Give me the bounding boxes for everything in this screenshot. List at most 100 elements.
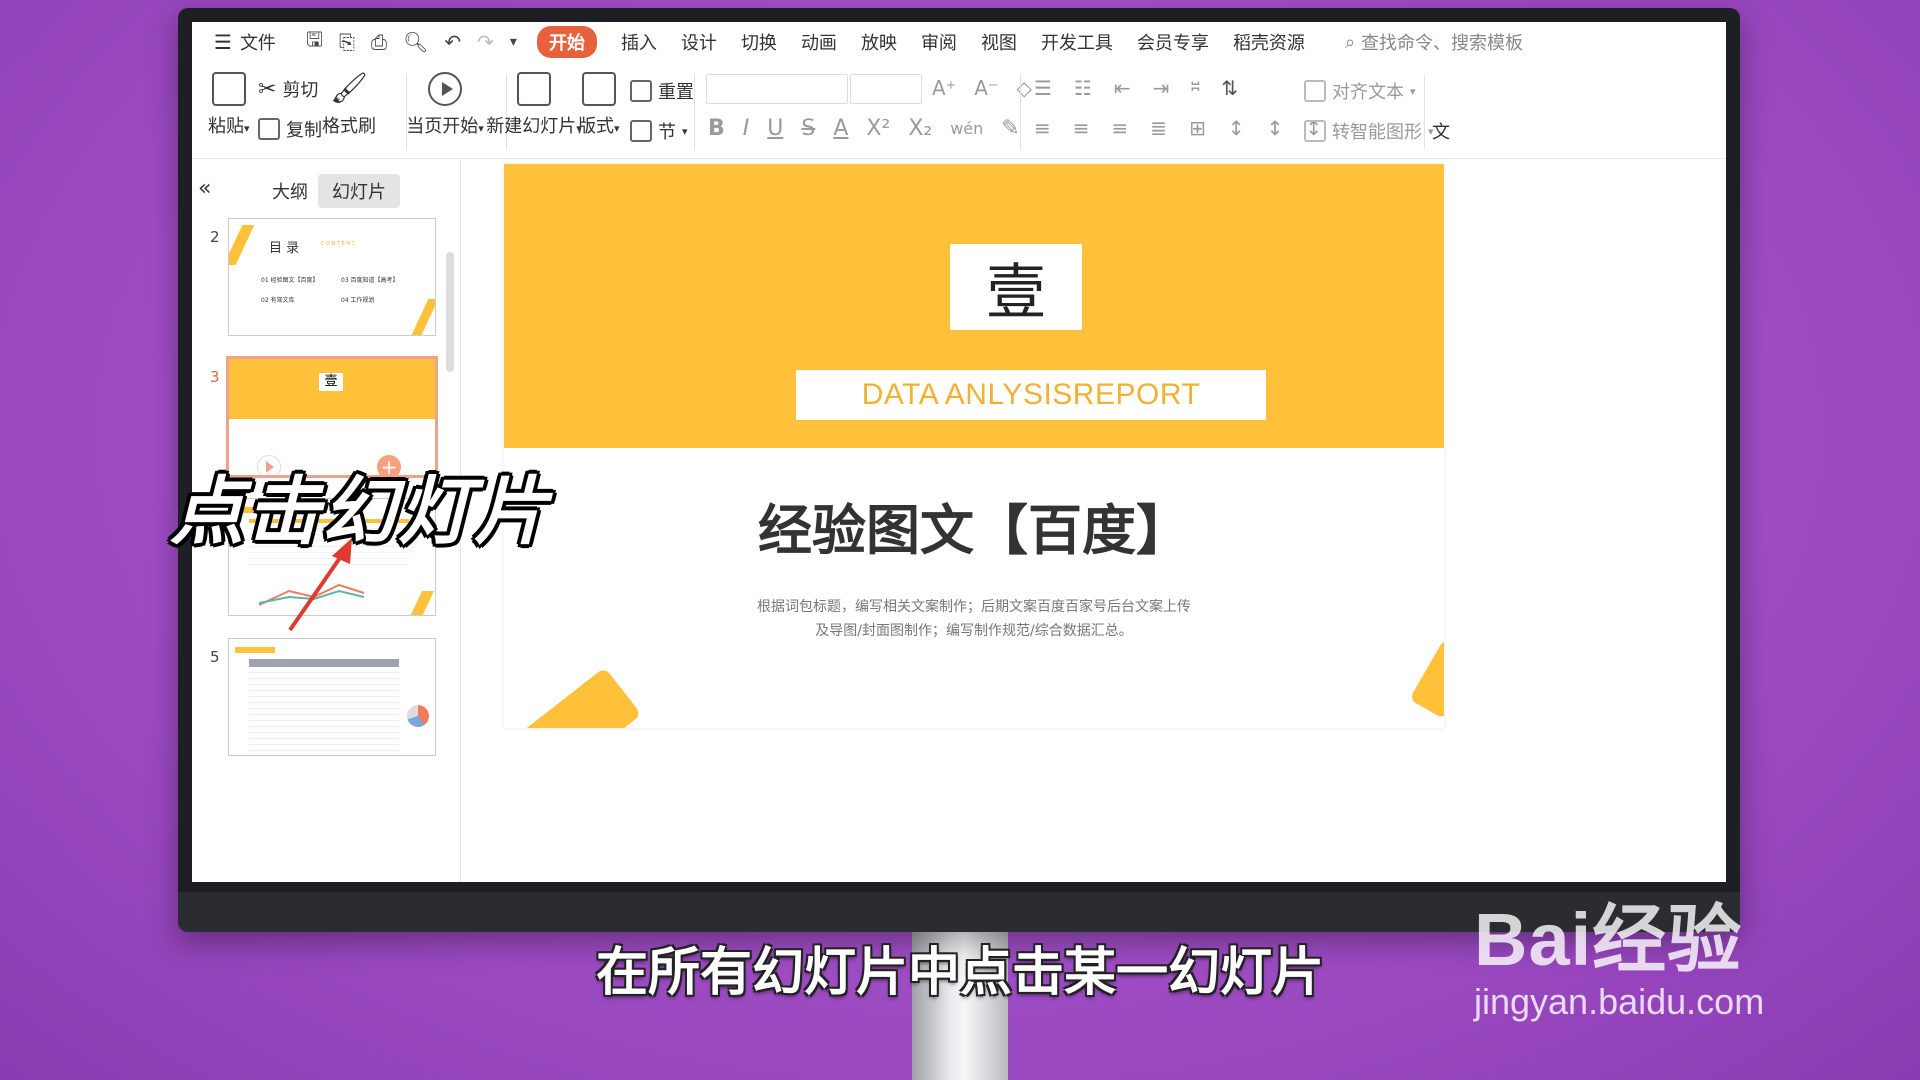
watermark-logo: Bai经验	[1474, 898, 1743, 981]
new-slide-icon	[517, 72, 551, 106]
bullet-list-icon[interactable]: ☰	[1034, 76, 1052, 100]
font-color-button[interactable]: A	[833, 116, 848, 141]
tab-animation[interactable]: 动画	[801, 29, 837, 55]
justify-icon[interactable]: ≣	[1150, 116, 1167, 140]
paste-button[interactable]: 粘贴▾	[208, 72, 250, 138]
layout-button[interactable]: 版式▾	[578, 72, 620, 138]
quick-access-toolbar: 🖫 ⎘ ⎙ 🔍︎ ↶ ↷ ▾	[306, 25, 517, 59]
underline-button[interactable]: U	[767, 116, 783, 141]
section-label: 节	[658, 122, 676, 143]
align-text-button[interactable]: 对齐文本 ▾	[1304, 78, 1416, 104]
baidu-watermark: Bai经验 jingyan.baidu.com	[1474, 880, 1764, 1023]
eraser-icon[interactable]: ◇	[1017, 76, 1032, 100]
export-icon[interactable]: ⎘	[339, 30, 355, 54]
font-style-controls: B I U S A X² X₂ wén ✎	[708, 116, 1020, 141]
hamburger-icon: ☰	[214, 30, 232, 54]
redo-icon[interactable]: ↷	[477, 30, 494, 54]
font-name-select[interactable]	[706, 74, 848, 104]
numbered-list-icon[interactable]: ☷	[1074, 76, 1092, 100]
search-placeholder: 查找命令、搜索模板	[1361, 33, 1524, 54]
subscript-button[interactable]: X₂	[908, 116, 932, 141]
thumb-decoration	[409, 299, 435, 335]
slide-thumbnail-2[interactable]: 目 录 C O N T E N T 01 经验图文【百度】 03 百度知道【高考…	[228, 218, 436, 336]
italic-button[interactable]: I	[743, 116, 750, 141]
ribbon-divider	[694, 74, 695, 150]
format-painter-button[interactable]: 🖌︎ 格式刷	[322, 72, 376, 138]
undo-icon[interactable]: ↶	[444, 30, 461, 54]
indent-icon[interactable]: ⇥	[1153, 76, 1170, 100]
tab-docer[interactable]: 稻壳资源	[1233, 29, 1305, 55]
section-icon	[630, 120, 652, 142]
print-icon[interactable]: ⎙	[371, 30, 387, 54]
smart-art-label: 转智能图形	[1332, 122, 1422, 143]
brush-icon: 🖌︎	[329, 71, 369, 106]
font-grow-icon[interactable]: A⁺	[932, 76, 956, 100]
menu-bar: ☰ 文件 🖫 ⎘ ⎙ 🔍︎ ↶ ↷ ▾ 开始 插入 设计 切换 动画 放映 审阅…	[192, 22, 1726, 62]
tab-transition[interactable]: 切换	[741, 29, 777, 55]
tab-slides[interactable]: 幻灯片	[318, 174, 400, 208]
thumb-item: 04 工作规划	[341, 297, 375, 304]
panel-scrollbar[interactable]	[446, 252, 454, 372]
smart-art-button[interactable]: 转智能图形 ▾	[1304, 118, 1434, 144]
slide-canvas[interactable]: 壹 DATA ANLYSISREPORT 经验图文【百度】 根据词包标题，编写相…	[504, 164, 1444, 728]
thumb-item: 01 经验图文【百度】	[261, 277, 319, 284]
search-icon: ⌕	[1344, 31, 1356, 53]
slide-thumbnail-5[interactable]	[228, 638, 436, 756]
print-preview-icon[interactable]: 🔍︎	[403, 30, 428, 54]
text-label: 文	[1432, 122, 1450, 143]
tab-review[interactable]: 审阅	[921, 29, 957, 55]
smart-art-icon	[1304, 120, 1326, 142]
section-button[interactable]: 节 ▾	[630, 118, 688, 144]
slide-number: 5	[210, 648, 220, 666]
tab-developer[interactable]: 开发工具	[1041, 29, 1113, 55]
tab-design[interactable]: 设计	[681, 29, 717, 55]
copy-icon	[258, 118, 280, 140]
align-controls: ≡ ≡ ≡ ≣ ⊞ ↕ ↕ ↕	[1034, 116, 1322, 140]
superscript-button[interactable]: X²	[866, 116, 890, 141]
tab-member[interactable]: 会员专享	[1137, 29, 1209, 55]
file-menu[interactable]: ☰ 文件	[214, 29, 276, 55]
tab-slideshow[interactable]: 放映	[861, 29, 897, 55]
tab-outline[interactable]: 大纲	[258, 174, 322, 208]
tab-home[interactable]: 开始	[536, 26, 597, 58]
align-center-icon[interactable]: ≡	[1073, 116, 1090, 140]
para-spacing-icon[interactable]: ↕	[1267, 116, 1284, 140]
text-direction-icon[interactable]: ⎶	[1191, 76, 1199, 100]
align-right-icon[interactable]: ≡	[1112, 116, 1129, 140]
play-icon	[428, 72, 462, 106]
font-shrink-icon[interactable]: A⁻	[974, 76, 998, 100]
line-spacing-icon[interactable]: ↕	[1228, 116, 1245, 140]
ribbon-toolbar: 粘贴▾ ✂ 剪切 复制 🖌︎ 格式刷 当页开始▾ 新建幻灯片▾ 版式▾ 重置 节…	[192, 66, 1726, 159]
outdent-icon[interactable]: ⇤	[1114, 76, 1131, 100]
phonetic-button[interactable]: wén	[950, 119, 983, 138]
panel-tabs: « 大纲 幻灯片	[192, 174, 460, 208]
text-button[interactable]: 文	[1432, 118, 1450, 144]
command-search[interactable]: ⌕ 查找命令、搜索模板	[1345, 29, 1523, 55]
thumb-decoration	[229, 225, 255, 265]
thumb-item: 02 有驾文库	[261, 297, 295, 304]
chevron-down-icon[interactable]: ▾	[510, 34, 517, 50]
slide-description-line1: 根据词包标题，编写相关文案制作；后期文案百度百家号后台文案上传	[757, 599, 1191, 615]
paste-label: 粘贴	[208, 116, 244, 137]
distribute-icon[interactable]: ⊞	[1189, 116, 1206, 140]
play-current-button[interactable]: 当页开始▾	[392, 72, 498, 138]
reset-label: 重置	[658, 82, 694, 103]
file-menu-label: 文件	[239, 33, 276, 54]
new-slide-button[interactable]: 新建幻灯片▾	[484, 72, 584, 138]
align-left-icon[interactable]: ≡	[1034, 116, 1051, 140]
tab-insert[interactable]: 插入	[621, 29, 657, 55]
tab-view[interactable]: 视图	[981, 29, 1017, 55]
highlight-icon[interactable]: ✎	[1001, 116, 1019, 141]
collapse-icon[interactable]: «	[198, 176, 211, 201]
chevron-down-icon: ▾	[682, 124, 688, 138]
reset-button[interactable]: 重置	[630, 78, 694, 104]
cut-button[interactable]: ✂ 剪切	[258, 76, 318, 102]
strikethrough-button[interactable]: S	[801, 116, 815, 141]
bold-button[interactable]: B	[708, 116, 725, 141]
copy-button[interactable]: 复制	[258, 116, 322, 142]
thumb-decoration	[408, 591, 434, 615]
font-size-select[interactable]	[850, 74, 922, 104]
align-text-icon	[1304, 80, 1326, 102]
save-icon[interactable]: 🖫	[306, 25, 323, 59]
sort-icon[interactable]: ⇅	[1221, 76, 1238, 100]
